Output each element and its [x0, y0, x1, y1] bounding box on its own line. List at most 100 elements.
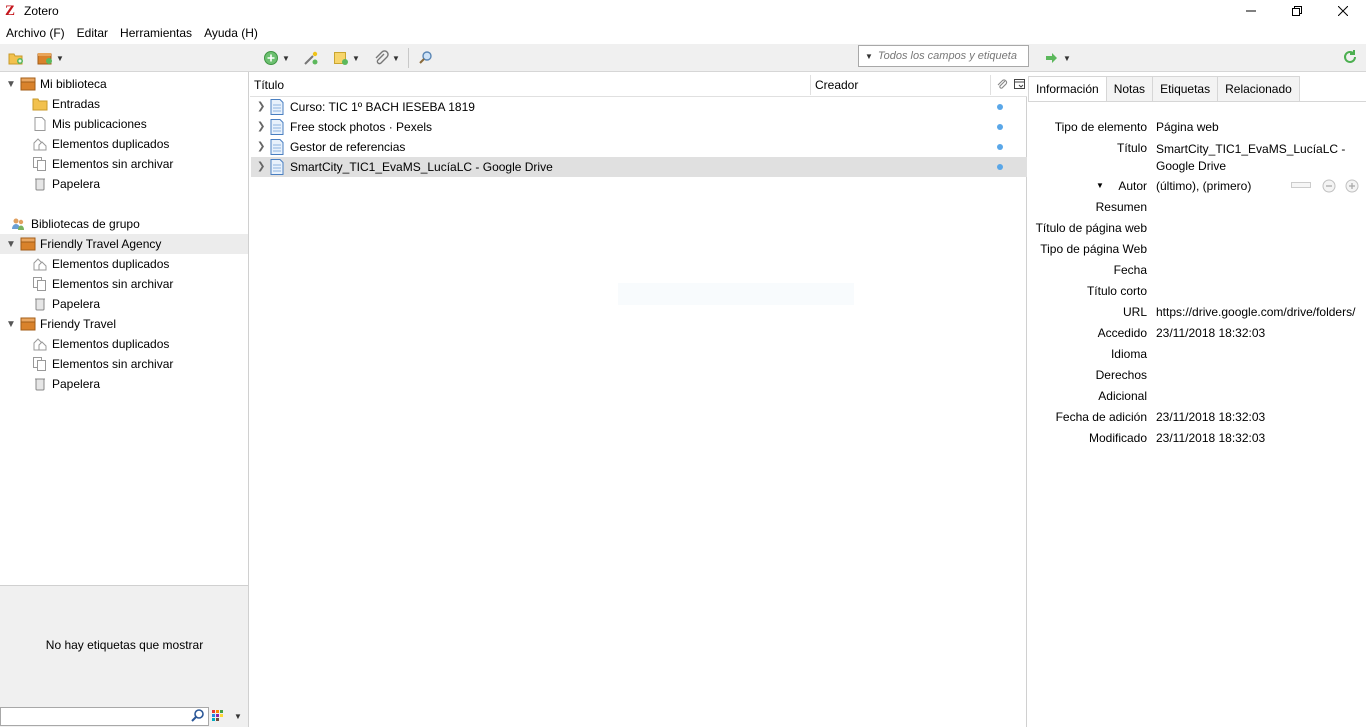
- column-title[interactable]: Título: [250, 72, 284, 97]
- tag-actions-button[interactable]: ▼: [212, 710, 242, 722]
- group2-trash[interactable]: Papelera: [0, 374, 248, 394]
- chevron-right-icon[interactable]: ❯: [257, 161, 265, 172]
- unfiled-items-icon: [33, 157, 46, 171]
- chevron-down-icon[interactable]: ▼: [5, 78, 17, 90]
- field-label[interactable]: Autor: [1118, 179, 1147, 193]
- collection-my-publications[interactable]: Mis publicaciones: [0, 114, 248, 134]
- group2-duplicates[interactable]: Elementos duplicados: [0, 334, 248, 354]
- tab-tags[interactable]: Etiquetas: [1152, 76, 1219, 102]
- group-friendy-travel[interactable]: ▼ Friendy Travel: [0, 314, 248, 334]
- attachment-dot-icon[interactable]: [997, 104, 1003, 110]
- title-field[interactable]: SmartCity_TIC1_EvaMS_LucíaLC - Google Dr…: [1156, 141, 1360, 175]
- url-field[interactable]: https://drive.google.com/drive/folders/: [1156, 305, 1360, 319]
- webpage-item-icon: [270, 119, 284, 135]
- column-creator[interactable]: Creador: [811, 72, 858, 97]
- add-attachment-button[interactable]: ▼: [373, 48, 400, 68]
- group1-trash[interactable]: Papelera: [0, 294, 248, 314]
- collection-label: Elementos duplicados: [52, 257, 170, 271]
- item-title: Curso: TIC 1º BACH IESEBA 1819: [290, 100, 475, 114]
- chevron-down-icon[interactable]: ▼: [5, 238, 17, 250]
- menu-edit[interactable]: Editar: [71, 22, 114, 44]
- chevron-right-icon[interactable]: ❯: [257, 121, 265, 132]
- tab-notes[interactable]: Notas: [1105, 76, 1154, 102]
- tab-info[interactable]: Información: [1028, 76, 1107, 102]
- close-button[interactable]: [1320, 0, 1366, 22]
- chevron-down-icon: ▼: [1063, 53, 1071, 63]
- field-label: Derechos: [1095, 368, 1147, 382]
- modified-value: 23/11/2018 18:32:03: [1156, 431, 1266, 445]
- new-item-button[interactable]: ▼: [263, 48, 290, 68]
- group1-unfiled[interactable]: Elementos sin archivar: [0, 274, 248, 294]
- column-picker-icon[interactable]: [1014, 79, 1026, 91]
- chevron-down-icon: ▼: [56, 53, 64, 63]
- item-row-1[interactable]: ❯ Free stock photos · Pexels: [251, 117, 1027, 137]
- field-label: Título: [1116, 141, 1147, 155]
- collection-duplicates[interactable]: Elementos duplicados: [0, 134, 248, 154]
- menu-help[interactable]: Ayuda (H): [198, 22, 264, 44]
- restore-button[interactable]: [1274, 0, 1320, 22]
- field-label[interactable]: URL: [1123, 305, 1147, 319]
- chevron-down-icon: ▼: [234, 711, 242, 721]
- attachment-dot-icon[interactable]: [997, 124, 1003, 130]
- field-label: Idioma: [1110, 347, 1147, 361]
- tag-filter-input[interactable]: [0, 707, 209, 726]
- library-icon: [20, 77, 36, 91]
- collection-my-library[interactable]: ▼ Mi biblioteca: [0, 74, 248, 94]
- author-field[interactable]: (último), (primero): [1156, 179, 1286, 193]
- date-added-value: 23/11/2018 18:32:03: [1156, 410, 1266, 424]
- collection-entries[interactable]: Entradas: [0, 94, 248, 114]
- field-label: Fecha: [1113, 263, 1147, 277]
- locate-button[interactable]: ▼: [1044, 48, 1071, 68]
- group-friendly-travel-agency[interactable]: ▼ Friendly Travel Agency: [0, 234, 248, 254]
- item-row-2[interactable]: ❯ Gestor de referencias: [251, 137, 1027, 157]
- menu-file[interactable]: Archivo (F): [0, 22, 71, 44]
- minimize-icon: [1246, 10, 1256, 12]
- zotero-logo-icon: Z: [5, 3, 16, 19]
- chevron-right-icon[interactable]: ❯: [257, 141, 265, 152]
- group1-duplicates[interactable]: Elementos duplicados: [0, 254, 248, 274]
- new-collection-button[interactable]: [8, 48, 24, 68]
- quick-search-box[interactable]: ▼: [858, 45, 1029, 67]
- collection-label: Elementos duplicados: [52, 337, 170, 351]
- collection-label: Elementos duplicados: [52, 137, 170, 151]
- toolbar-separator: [408, 48, 409, 68]
- collection-unfiled[interactable]: Elementos sin archivar: [0, 154, 248, 174]
- unfiled-items-icon: [33, 277, 46, 291]
- collection-trash[interactable]: Papelera: [0, 174, 248, 194]
- new-library-button[interactable]: ▼: [37, 48, 64, 68]
- tabs-divider: [1028, 101, 1366, 102]
- sync-icon[interactable]: [1342, 49, 1358, 65]
- field-label: Modificado: [1088, 431, 1147, 445]
- collection-label: Papelera: [52, 297, 101, 311]
- paperclip-icon: [375, 50, 389, 65]
- advanced-search-button[interactable]: [418, 48, 434, 68]
- attachment-column-icon[interactable]: [996, 79, 1008, 91]
- item-row-3[interactable]: ❯ SmartCity_TIC1_EvaMS_LucíaLC - Google …: [251, 157, 1027, 177]
- attachment-dot-icon[interactable]: [997, 164, 1003, 170]
- quick-search-input[interactable]: [877, 50, 1018, 62]
- collection-label: Entradas: [52, 97, 101, 111]
- window-title: Zotero: [24, 4, 59, 18]
- tab-related[interactable]: Relacionado: [1217, 76, 1300, 102]
- author-mode-toggle-icon[interactable]: [1291, 179, 1311, 191]
- chevron-down-icon: ▼: [392, 53, 400, 63]
- group2-unfiled[interactable]: Elementos sin archivar: [0, 354, 248, 374]
- item-row-0[interactable]: ❯ Curso: TIC 1º BACH IESEBA 1819: [251, 97, 1027, 117]
- webpage-item-icon: [270, 139, 284, 155]
- chevron-right-icon[interactable]: ❯: [257, 101, 265, 112]
- duplicate-items-icon: [33, 338, 47, 351]
- item-type-select[interactable]: Página web: [1156, 120, 1360, 134]
- accessed-field[interactable]: 23/11/2018 18:32:03: [1156, 326, 1360, 340]
- field-label: Fecha de adición: [1055, 410, 1147, 424]
- menu-tools[interactable]: Herramientas: [114, 22, 198, 44]
- minimize-button[interactable]: [1228, 0, 1274, 22]
- plus-circle-icon[interactable]: [1345, 179, 1359, 193]
- chevron-down-icon[interactable]: ▼: [5, 318, 17, 330]
- chevron-down-icon[interactable]: ▼: [1096, 181, 1104, 190]
- new-note-button[interactable]: ▼: [333, 48, 360, 68]
- column-divider[interactable]: [990, 75, 991, 95]
- attachment-dot-icon[interactable]: [997, 144, 1003, 150]
- minus-circle-icon[interactable]: [1322, 179, 1336, 193]
- add-by-identifier-button[interactable]: [303, 48, 319, 68]
- search-mode-chevron-icon[interactable]: ▼: [865, 52, 873, 61]
